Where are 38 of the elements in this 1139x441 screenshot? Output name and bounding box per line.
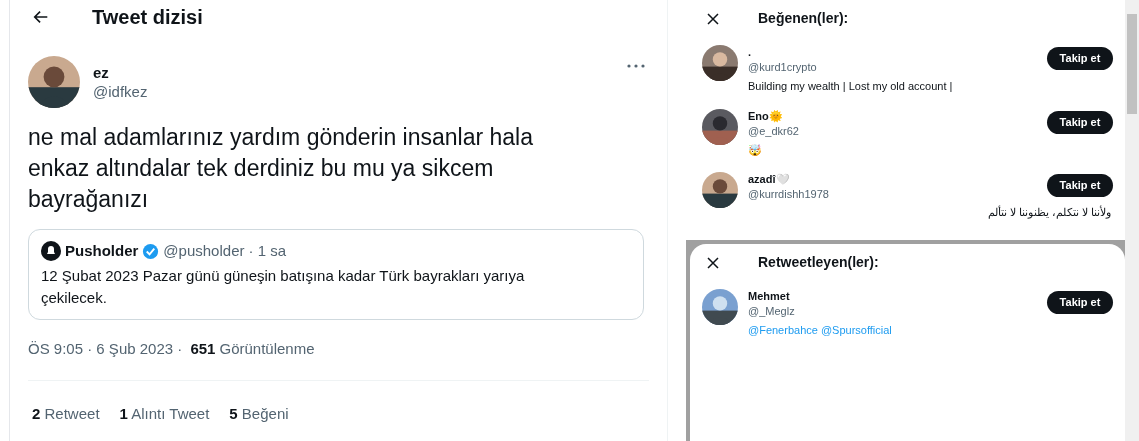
user-handle: @_Meglz [748,304,795,319]
follow-button[interactable]: Takip et [1047,110,1113,134]
user-name: . [748,45,753,60]
page-title: Tweet dizisi [92,5,203,30]
quote-time: · 1 sa [248,241,286,261]
quote-text: 12 Şubat 2023 Pazar günü güneşin batışına kadar Türk bayrakları yarıya çekilecek. [41,265,526,308]
quote-author: Pusholder [65,241,139,261]
user-bio: 🤯 [748,142,763,158]
user-bio: ولأننا لا نتكلم، يظنوننا لا نتألم [987,204,1111,221]
follow-button[interactable]: Takip et [1047,174,1113,197]
quote-card[interactable]: Pusholder @pusholder · 1 sa 12 Şubat 2023 Pazar günü güneşin batışına kadar Türk bayrakları yarıya çekilecek. [28,229,644,320]
tweet-text: ne mal adamlarınız yardım gönderin insanlar hala enkaz altındalar tek derdiniz bu mu ya sikcem bayrağanızı [27,123,534,214]
user-handle: @e_dkr62 [748,123,799,139]
stat-link[interactable]: 5 Beğeni [229,403,289,426]
quote-handle: @pusholder [163,241,245,261]
user-name: Mehmet [748,289,791,304]
stat-link[interactable]: 2 Retweet [32,403,100,426]
close-icon[interactable] [706,11,720,26]
follow-button[interactable]: Takip et [1047,47,1113,70]
tweet-timestamp: ÖS 9:05 · 6 Şub 2023 · [28,338,184,359]
view-label: Görüntülenme [219,338,315,359]
scrollbar[interactable] [1125,0,1139,441]
user-name: azadî🤍 [748,172,791,187]
user-bio: Building my wealth | Lost my old account | [748,79,954,94]
panel-title: Retweetleyen(ler): [758,253,879,272]
close-icon[interactable] [706,255,720,270]
user-handle: @kurd1crypto [748,60,817,75]
panel-title: Beğenen(ler): [758,9,849,28]
view-count: 651 [190,338,216,359]
stat-link[interactable]: 1 Alıntı Tweet [119,403,210,426]
author-name: ez [93,64,110,82]
back-icon[interactable] [32,8,50,26]
user-name: Eno🌞 [748,108,784,124]
follow-button[interactable]: Takip et [1047,291,1113,314]
user-handle: @kurrdishh1978 [748,187,829,202]
more-icon[interactable] [627,64,645,68]
author-handle: @idfkez [93,82,148,102]
bell-logo-icon [41,241,61,262]
